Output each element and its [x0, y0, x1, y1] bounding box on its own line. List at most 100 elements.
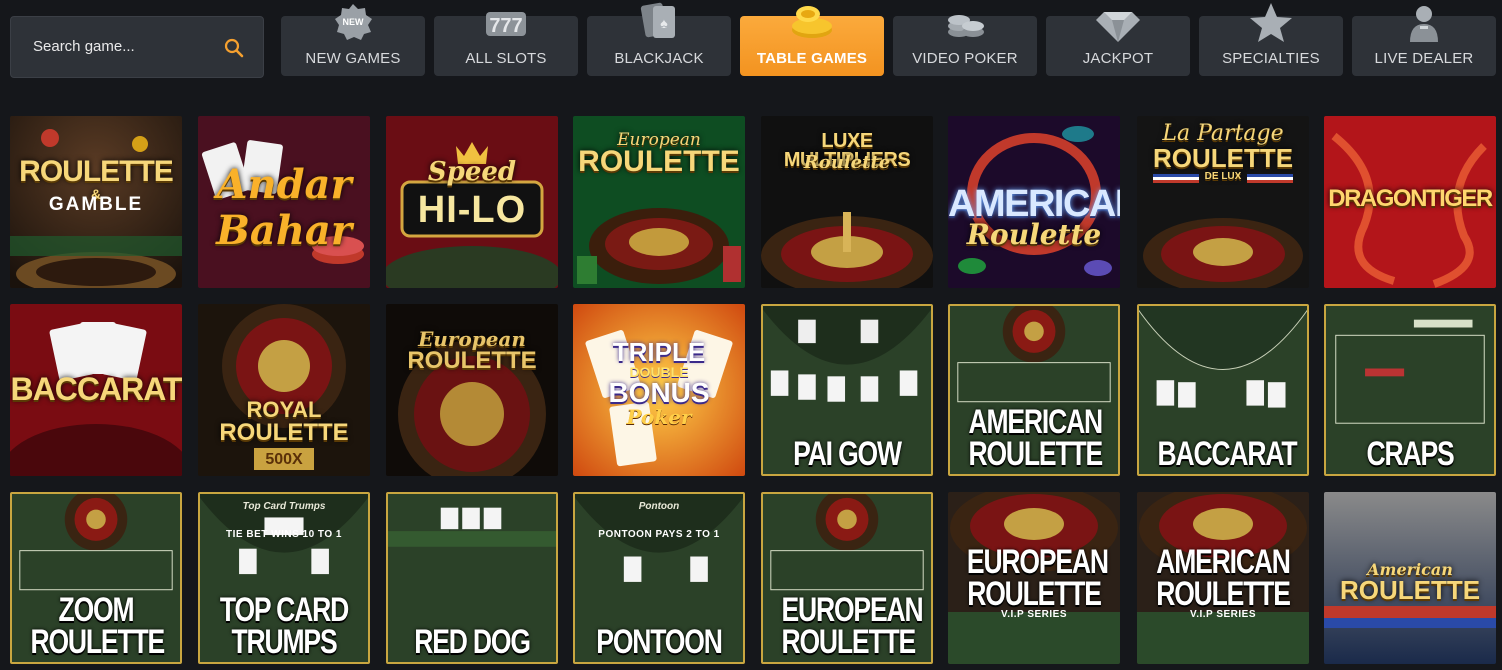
category-label: JACKPOT — [1082, 50, 1154, 67]
category-table-games[interactable]: TABLE GAMES — [740, 6, 884, 76]
game-tile-american-roulette-neon[interactable]: AMERICAN Roulette — [948, 116, 1120, 288]
category-all-slots[interactable]: 777 ALL SLOTS — [434, 12, 578, 76]
game-title: ZOOM — [58, 591, 135, 629]
game-title-line: TRUMPS — [231, 623, 338, 661]
game-title-line: Bahar — [216, 207, 352, 254]
game-tile-la-partage-roulette[interactable]: La Partage ROULETTE DE LUX — [1137, 116, 1309, 288]
game-tile-european-roulette-vip[interactable]: EUROPEAN ROULETTE V.I.P SERIES — [948, 492, 1120, 664]
game-title: ROULETTE — [407, 347, 537, 374]
game-subtitle: DE LUX — [1204, 171, 1242, 182]
game-subtitle: 500X — [265, 451, 303, 468]
game-title: Speed — [427, 157, 517, 187]
game-subtitle: Pontoon — [638, 501, 680, 512]
game-subtitle: V.I.P SERIES — [1189, 609, 1257, 620]
new-badge-icon: NEW — [335, 4, 372, 40]
svg-text:♠: ♠ — [660, 15, 668, 31]
game-title: BACCARAT — [10, 371, 182, 407]
category-label: LIVE DEALER — [1374, 50, 1474, 67]
category-video-poker[interactable]: VIDEO POKER — [893, 15, 1037, 76]
search-placeholder: Search game... — [33, 38, 135, 55]
game-title: Andar — [216, 161, 352, 208]
game-title-line: Roulette — [966, 218, 1102, 251]
game-tile-pontoon[interactable]: Pontoon PONTOON PAYS 2 TO 1 PONTOON — [573, 492, 745, 664]
game-subtitle: PONTOON PAYS 2 TO 1 — [598, 529, 720, 540]
game-tile-red-dog[interactable]: RED DOG — [386, 492, 558, 664]
game-tile-american-roulette-table[interactable]: AMERICAN ROULETTE — [948, 304, 1120, 476]
game-tile-baccarat-table[interactable]: BACCARAT — [1137, 304, 1309, 476]
game-tile-top-card-trumps[interactable]: Top Card Trumps TIE BET WINS 10 TO 1 TOP… — [198, 492, 370, 664]
game-title-line: ROULETTE — [967, 575, 1102, 613]
category-jackpot[interactable]: JACKPOT — [1046, 12, 1190, 76]
game-title-line: HI-LO — [417, 189, 527, 231]
svg-text:777: 777 — [489, 15, 522, 37]
game-title-line: La Partage — [1162, 121, 1284, 146]
category-new-games[interactable]: NEW NEW GAMES — [281, 4, 425, 76]
search-input[interactable]: Search game... — [10, 16, 264, 78]
game-title: BACCARAT — [1157, 435, 1297, 473]
game-title: TRIPLE — [612, 337, 706, 367]
game-tile-european-roulette[interactable]: European ROULETTE — [573, 116, 745, 288]
game-subtitle: GAMBLE — [48, 194, 144, 215]
category-specialties[interactable]: SPECIALTIES — [1199, 3, 1343, 76]
game-title: EUROPEAN — [966, 543, 1109, 581]
category-label: VIDEO POKER — [912, 50, 1018, 67]
dealer-icon — [1410, 6, 1438, 42]
game-title-line: ROULETTE — [968, 435, 1103, 473]
game-title: TOP CARD — [219, 591, 349, 629]
game-subtitle: Top Card Trumps — [242, 501, 326, 512]
game-title-line: BONUS — [608, 377, 710, 408]
game-title: ROULETTE — [578, 145, 740, 178]
game-title: ROULETTE — [19, 155, 174, 188]
star-icon — [1250, 3, 1292, 42]
coin-stack-icon — [792, 6, 832, 38]
game-title: AMERICAN — [948, 183, 1120, 225]
game-tile-andar-bahar[interactable]: Andar Bahar — [198, 116, 370, 288]
top-bar: Search game... NEW NEW GAMES 777 ALL SLO… — [0, 0, 1502, 96]
category-label: ALL SLOTS — [465, 50, 547, 67]
slot-777-icon: 777 — [486, 12, 526, 37]
category-label: TABLE GAMES — [756, 50, 868, 67]
category-label: SPECIALTIES — [1222, 50, 1320, 67]
game-title-line: ROULETTE — [781, 623, 916, 661]
search-icon[interactable] — [223, 37, 245, 59]
game-tile-roulette-gamble[interactable]: ROULETTE & GAMBLE — [10, 116, 182, 288]
game-tile-american-roulette-vip[interactable]: AMERICAN ROULETTE V.I.P SERIES — [1137, 492, 1309, 664]
svg-text:NEW: NEW — [343, 17, 365, 27]
cards-icon: ♠ — [640, 2, 675, 38]
game-tile-american-roulette-classic[interactable]: American ROULETTE — [1324, 492, 1496, 664]
game-tile-craps[interactable]: CRAPS — [1324, 304, 1496, 476]
game-title: CRAPS — [1366, 435, 1455, 473]
game-title-line: ROYAL — [246, 397, 322, 422]
game-subtitle: V.I.P SERIES — [1000, 609, 1068, 620]
category-live-dealer[interactable]: LIVE DEALER — [1352, 6, 1496, 76]
game-title: DRAGONTIGER — [1328, 185, 1493, 212]
game-tile-european-roulette-table[interactable]: EUROPEAN ROULETTE — [761, 492, 933, 664]
category-label: NEW GAMES — [305, 50, 401, 67]
game-title-line: ROULETTE — [1156, 575, 1291, 613]
game-title: EUROPEAN — [781, 591, 923, 629]
game-tile-pai-gow[interactable]: PAI GOW — [761, 304, 933, 476]
chips-icon — [948, 15, 984, 37]
diamond-icon — [1096, 12, 1140, 42]
game-title-line: ROULETTE — [30, 623, 165, 661]
game-title: ROULETTE — [1339, 575, 1481, 605]
game-title-line: Roulette — [803, 152, 891, 173]
game-tile-baccarat-classic[interactable]: BACCARAT — [10, 304, 182, 476]
game-tile-luxe-multipliers-roulette[interactable]: LUXE MULTIPLIERS Roulette — [761, 116, 933, 288]
game-title: AMERICAN — [968, 403, 1103, 441]
game-title: RED DOG — [414, 623, 531, 661]
game-subtitle: TIE BET WINS 10 TO 1 — [226, 529, 342, 540]
game-title: PONTOON — [596, 623, 723, 661]
game-title: ROULETTE — [219, 419, 349, 446]
game-tile-dragon-tiger[interactable]: DRAGONTIGER — [1324, 116, 1496, 288]
game-tile-zoom-roulette[interactable]: ZOOM ROULETTE — [10, 492, 182, 664]
game-tile-speed-hi-lo[interactable]: Speed HI-LO — [386, 116, 558, 288]
game-title: ROULETTE — [1152, 143, 1294, 173]
game-subtitle: Poker — [626, 405, 692, 429]
category-label: BLACKJACK — [614, 50, 704, 67]
game-title: PAI GOW — [793, 435, 902, 473]
game-tile-triple-double-bonus-poker[interactable]: TRIPLE DOUBLE BONUS Poker — [573, 304, 745, 476]
category-blackjack[interactable]: ♠ BLACKJACK — [587, 2, 731, 76]
game-tile-royal-roulette[interactable]: ROYAL ROULETTE 500X — [198, 304, 370, 476]
game-tile-european-roulette-3d[interactable]: European ROULETTE — [386, 304, 558, 476]
